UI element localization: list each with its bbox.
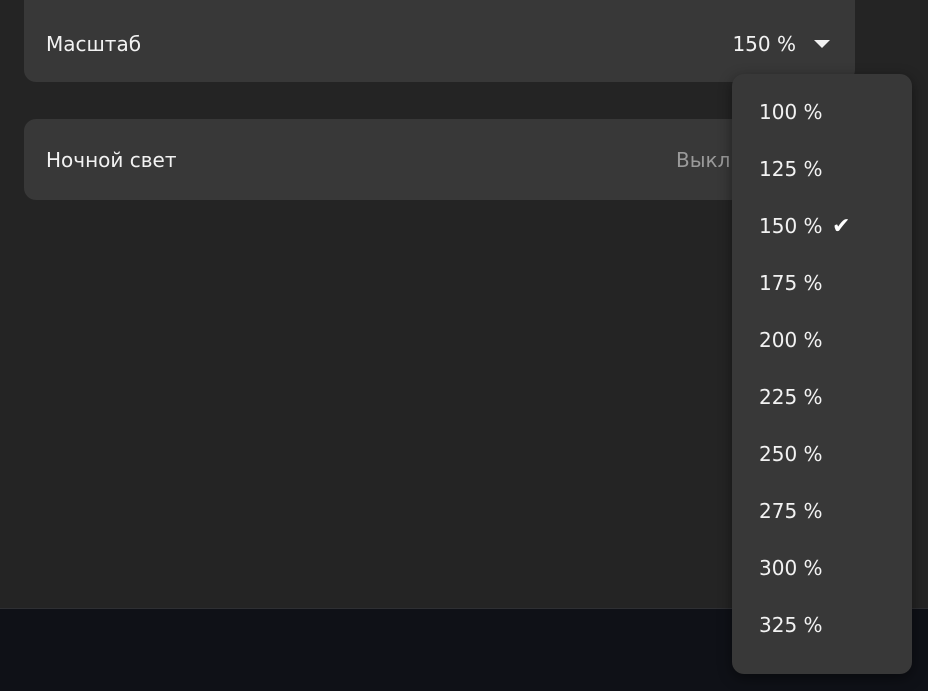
scale-option-label: 100 % — [759, 100, 823, 124]
scale-option-label: 150 % — [759, 214, 823, 238]
scale-option[interactable]: 100 % — [732, 84, 912, 141]
scale-option[interactable]: 200 % — [732, 312, 912, 369]
scale-label: Масштаб — [46, 32, 142, 56]
scale-option[interactable]: 125 % — [732, 141, 912, 198]
scale-option-label: 225 % — [759, 385, 823, 409]
scale-value[interactable]: 150 % — [732, 32, 796, 56]
scale-option-label: 325 % — [759, 613, 823, 637]
scale-option[interactable]: 300 % — [732, 540, 912, 597]
night-light-value: Выкл — [676, 148, 731, 172]
scale-option-label: 125 % — [759, 157, 823, 181]
dropdown-arrow-icon[interactable] — [814, 40, 830, 48]
scale-option-label: 300 % — [759, 556, 823, 580]
scale-option-label: 175 % — [759, 271, 823, 295]
scale-option[interactable]: 225 % — [732, 369, 912, 426]
scale-option-label: 250 % — [759, 442, 823, 466]
checkmark-icon: ✔ — [832, 214, 851, 239]
scale-option[interactable]: 275 % — [732, 483, 912, 540]
scale-dropdown-menu: 100 % 125 % 150 % ✔ 175 % 200 % 225 % 250… — [732, 74, 912, 674]
scale-option[interactable]: 250 % — [732, 426, 912, 483]
scale-row[interactable]: Масштаб 150 % — [24, 0, 855, 82]
night-light-row[interactable]: Ночной свет Выкл — [24, 119, 855, 200]
night-light-label: Ночной свет — [46, 148, 177, 172]
scale-option-label: 200 % — [759, 328, 823, 352]
scale-option[interactable]: 325 % — [732, 597, 912, 654]
scale-option-label: 275 % — [759, 499, 823, 523]
scale-option-selected[interactable]: 150 % ✔ — [732, 198, 912, 255]
scale-option[interactable]: 175 % — [732, 255, 912, 312]
